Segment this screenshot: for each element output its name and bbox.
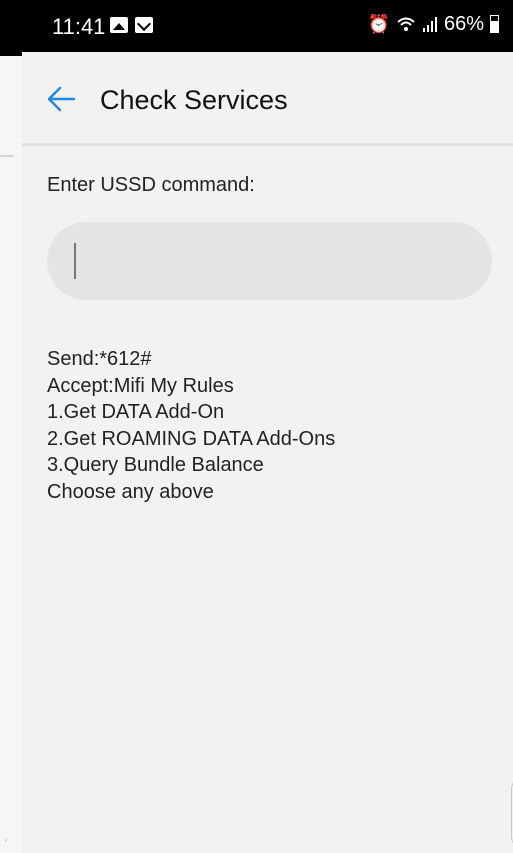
page-title: Check Services [100, 85, 288, 115]
text-caret [74, 243, 76, 279]
arrow-left-icon[interactable] [44, 82, 78, 116]
status-indicators: ⏰ 66% [368, 13, 499, 35]
wifi-icon [397, 17, 415, 31]
response-line: 3.Query Bundle Balance [47, 454, 264, 476]
response-line: Choose any above [47, 480, 214, 503]
app-header: Check Services [22, 52, 513, 144]
response-line: 2.Get ROAMING DATA Add-Ons [47, 427, 336, 450]
ussd-response: Send:*612# Accept:Mifi My Rules 1.Get DA… [47, 346, 335, 505]
background-app-edge: ‘ [0, 0, 22, 853]
mail-icon [135, 17, 153, 33]
response-line: 1.Get DATA Add-On [47, 401, 225, 423]
ussd-label: Enter USSD command: [47, 174, 255, 196]
background-mark: ‘ [5, 838, 8, 849]
battery-icon [490, 15, 499, 33]
status-bar: 11:41 ⏰ 66% [22, 0, 513, 52]
response-line: Send:*612# [47, 348, 152, 370]
ussd-command-input[interactable] [47, 222, 492, 300]
status-time: 11:41 [52, 14, 106, 39]
phone-screen: 11:41 ⏰ 66% Check Services Enter USSD co… [22, 0, 513, 853]
header-divider [22, 143, 513, 146]
background-divider [0, 155, 14, 157]
battery-percent: 66% [443, 13, 484, 35]
gallery-icon [110, 17, 128, 33]
signal-icon [422, 17, 437, 32]
response-line: Accept:Mifi My Rules [47, 374, 234, 397]
alarm-icon: ⏰ [367, 14, 390, 34]
background-status-bar [0, 0, 22, 56]
